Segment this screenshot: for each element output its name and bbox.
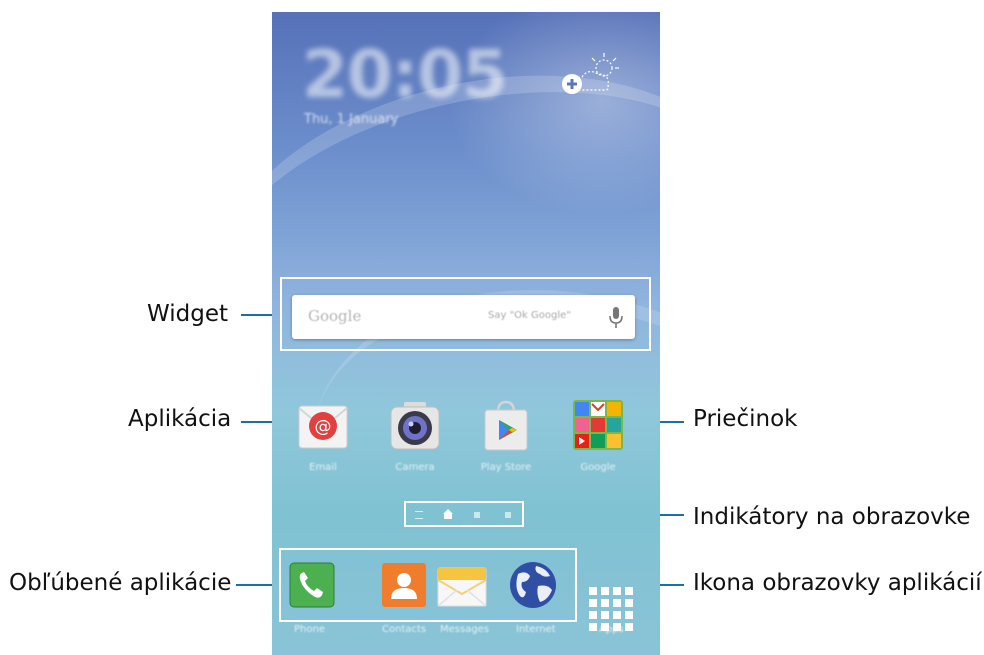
page-dot[interactable] bbox=[505, 512, 511, 518]
app-label: Play Store bbox=[480, 462, 532, 473]
dock-internet[interactable] bbox=[508, 560, 558, 610]
app-camera[interactable]: Camera bbox=[385, 398, 445, 478]
callout-widget: Widget bbox=[147, 301, 228, 327]
page-dot[interactable] bbox=[474, 512, 480, 518]
dock-label: Phone bbox=[294, 624, 325, 635]
dock-label: Contacts bbox=[382, 624, 427, 635]
callout-apps-screen-icon: Ikona obrazovky aplikácií bbox=[693, 570, 982, 596]
callout-indicators: Indikátory na obrazovke bbox=[693, 504, 971, 530]
page-indicators[interactable] bbox=[404, 501, 524, 527]
phone-icon bbox=[289, 562, 335, 608]
dock-contacts[interactable] bbox=[381, 562, 427, 608]
app-label: Email bbox=[309, 462, 337, 473]
dock-label: Messages bbox=[440, 624, 490, 635]
home-screen: 20:05 Thu, 1 January Google Say "Ok Goog… bbox=[272, 12, 660, 655]
add-weather-icon[interactable] bbox=[558, 50, 622, 100]
callout-favorites: Obľúbené aplikácie bbox=[9, 570, 232, 596]
app-email[interactable]: @ Email bbox=[293, 398, 353, 478]
callout-folder: Priečinok bbox=[693, 406, 798, 432]
home-indicator-base bbox=[444, 514, 452, 519]
dock-label: Internet bbox=[516, 624, 556, 635]
play-store-icon bbox=[479, 398, 533, 454]
google-folder-icon bbox=[571, 398, 625, 454]
app-label: Camera bbox=[395, 462, 435, 473]
email-icon: @ bbox=[296, 398, 350, 454]
app-label: Google bbox=[580, 462, 616, 473]
folder-google[interactable]: Google bbox=[568, 398, 628, 478]
voice-search-hint: Say "Ok Google" bbox=[488, 310, 571, 321]
dock-label: Apps bbox=[599, 624, 624, 635]
messages-icon bbox=[437, 567, 487, 607]
microphone-icon[interactable] bbox=[608, 305, 624, 331]
callout-app: Aplikácia bbox=[128, 406, 232, 432]
dock-messages[interactable] bbox=[437, 562, 487, 608]
svg-text:@: @ bbox=[315, 417, 332, 437]
briefing-indicator-icon[interactable] bbox=[415, 511, 423, 519]
search-brand: Google bbox=[308, 307, 362, 325]
dock-phone[interactable] bbox=[289, 562, 335, 608]
contacts-icon bbox=[382, 563, 426, 607]
app-play-store[interactable]: Play Store bbox=[476, 398, 536, 478]
clock-widget-time: 20:05 bbox=[302, 36, 508, 113]
clock-widget-date: Thu, 1 January bbox=[304, 112, 399, 127]
camera-icon bbox=[388, 398, 442, 454]
internet-icon bbox=[510, 562, 556, 608]
google-search-widget[interactable]: Google Say "Ok Google" bbox=[292, 295, 635, 339]
